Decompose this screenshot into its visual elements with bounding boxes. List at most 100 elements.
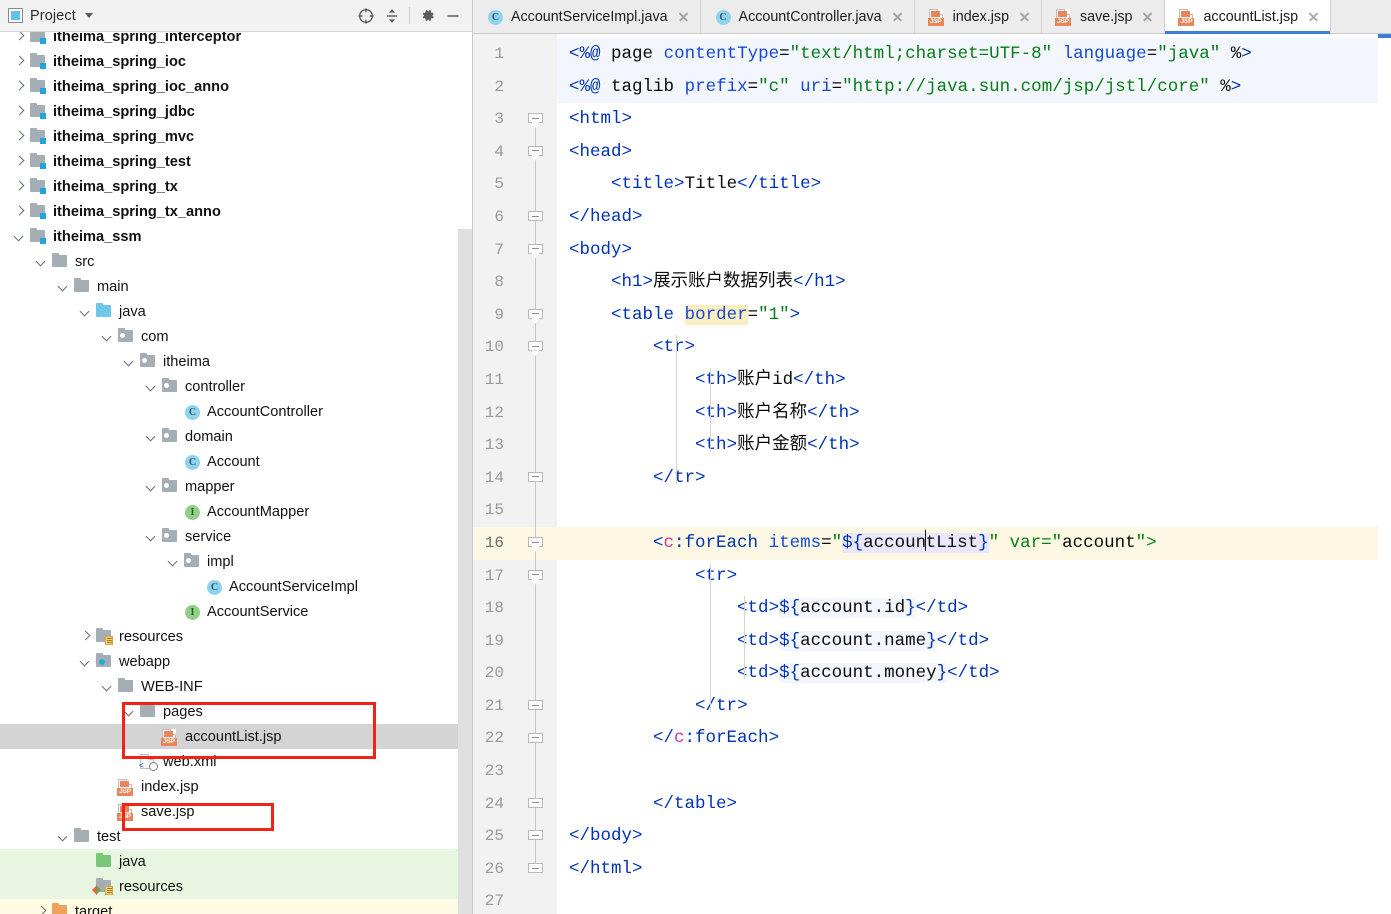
close-icon[interactable] xyxy=(890,9,905,24)
code-line-14[interactable]: </tr> xyxy=(557,462,1391,495)
chevron-down-icon[interactable] xyxy=(166,555,180,569)
tree-node-itheima-spring-ioc-anno[interactable]: itheima_spring_ioc_anno xyxy=(0,74,472,99)
chevron-down-icon[interactable] xyxy=(100,330,114,344)
code-line-8[interactable]: <h1>展示账户数据列表</h1> xyxy=(557,266,1391,299)
code-line-12[interactable]: <th>账户名称</th> xyxy=(557,397,1391,430)
tree-node-account[interactable]: C Account xyxy=(0,449,472,474)
tree-node-accountlist-jsp[interactable]: JSP accountList.jsp xyxy=(0,724,472,749)
tree-node-webapp[interactable]: webapp xyxy=(0,649,472,674)
tree-node-itheima-spring-ioc[interactable]: itheima_spring_ioc xyxy=(0,49,472,74)
chevron-right-icon[interactable] xyxy=(12,130,26,144)
tree-node-java[interactable]: java xyxy=(0,849,472,874)
tree-node-itheima[interactable]: itheima xyxy=(0,349,472,374)
locate-in-tree-icon[interactable] xyxy=(353,3,379,29)
tree-node-accountservice[interactable]: I AccountService xyxy=(0,599,472,624)
chevron-right-icon[interactable] xyxy=(12,32,26,44)
code-line-16[interactable]: <c:forEach items="${accountList}" var="a… xyxy=(557,526,1391,560)
chevron-down-icon[interactable] xyxy=(12,230,26,244)
tree-node-itheima-spring-jdbc[interactable]: itheima_spring_jdbc xyxy=(0,99,472,124)
chevron-down-icon[interactable] xyxy=(144,430,158,444)
tree-node-itheima-spring-tx-anno[interactable]: itheima_spring_tx_anno xyxy=(0,199,472,224)
code-line-23[interactable] xyxy=(557,755,1391,788)
code-line-21[interactable]: </tr> xyxy=(557,690,1391,723)
code-content[interactable]: <%@ page contentType="text/html;charset=… xyxy=(557,34,1391,914)
tree-node-controller[interactable]: controller xyxy=(0,374,472,399)
code-editor[interactable]: 1 2 3 4 5 6 7 8 9 10 11 12 13 14 15 16 17 18 19 20 21 22 23 24 2… xyxy=(473,34,1391,914)
close-icon[interactable] xyxy=(1017,9,1032,24)
tree-node-itheima-ssm[interactable]: itheima_ssm xyxy=(0,224,472,249)
code-line-15[interactable] xyxy=(557,494,1391,527)
chevron-right-icon[interactable] xyxy=(12,105,26,119)
tree-node-mapper[interactable]: mapper xyxy=(0,474,472,499)
editor-marker-rail[interactable] xyxy=(1378,34,1391,914)
tree-node-save-jsp[interactable]: JSP save.jsp xyxy=(0,799,472,824)
code-line-17[interactable]: <tr> xyxy=(557,560,1391,593)
editor-gutter[interactable]: 1 2 3 4 5 6 7 8 9 10 11 12 13 14 15 16 17 18 19 20 21 22 23 24 2… xyxy=(473,34,589,914)
code-line-1[interactable]: <%@ page contentType="text/html;charset=… xyxy=(557,38,1391,71)
editor-tab-save-jsp[interactable]: JSP save.jsp xyxy=(1042,0,1166,33)
tree-node-accountserviceimpl[interactable]: C AccountServiceImpl xyxy=(0,574,472,599)
tree-node-itheima-spring-tx[interactable]: itheima_spring_tx xyxy=(0,174,472,199)
tree-node-resources[interactable]: resources xyxy=(0,874,472,899)
tree-node-impl[interactable]: impl xyxy=(0,549,472,574)
editor-tab-accountserviceimpl-java[interactable]: C AccountServiceImpl.java xyxy=(473,0,701,33)
tree-node-service[interactable]: service xyxy=(0,524,472,549)
chevron-down-icon[interactable] xyxy=(34,255,48,269)
code-line-2[interactable]: <%@ taglib prefix="c" uri="http://java.s… xyxy=(557,70,1391,104)
close-icon[interactable] xyxy=(676,9,691,24)
tree-node-web-xml[interactable]: < web.xml xyxy=(0,749,472,774)
code-line-24[interactable]: </table> xyxy=(557,788,1391,821)
tree-node-domain[interactable]: domain xyxy=(0,424,472,449)
tree-node-target[interactable]: target xyxy=(0,899,472,914)
tree-node-resources[interactable]: resources xyxy=(0,624,472,649)
chevron-down-icon[interactable] xyxy=(78,305,92,319)
tree-node-itheima-spring-interceptor[interactable]: itheima_spring_interceptor xyxy=(0,32,472,49)
chevron-down-icon[interactable] xyxy=(56,280,70,294)
chevron-right-icon[interactable] xyxy=(12,180,26,194)
code-line-20[interactable]: <td>${account.money}</td> xyxy=(557,657,1391,690)
tree-node-test[interactable]: test xyxy=(0,824,472,849)
code-line-6[interactable]: </head> xyxy=(557,201,1391,234)
tree-node-accountmapper[interactable]: I AccountMapper xyxy=(0,499,472,524)
editor-tab-index-jsp[interactable]: JSP index.jsp xyxy=(914,0,1043,33)
code-line-22[interactable]: </c:forEach> xyxy=(557,722,1391,755)
code-line-19[interactable]: <td>${account.name}</td> xyxy=(557,625,1391,658)
chevron-down-icon[interactable] xyxy=(100,680,114,694)
chevron-right-icon[interactable] xyxy=(12,155,26,169)
chevron-down-icon[interactable] xyxy=(84,13,93,18)
tree-node-index-jsp[interactable]: JSP index.jsp xyxy=(0,774,472,799)
editor-tab-accountcontroller-java[interactable]: C AccountController.java xyxy=(700,0,915,33)
chevron-down-icon[interactable] xyxy=(122,355,136,369)
tree-node-itheima-spring-mvc[interactable]: itheima_spring_mvc xyxy=(0,124,472,149)
tree-node-web-inf[interactable]: WEB-INF xyxy=(0,674,472,699)
minimize-icon[interactable] xyxy=(440,3,466,29)
chevron-down-icon[interactable] xyxy=(56,830,70,844)
tree-node-accountcontroller[interactable]: C AccountController xyxy=(0,399,472,424)
chevron-down-icon[interactable] xyxy=(78,655,92,669)
tree-node-com[interactable]: com xyxy=(0,324,472,349)
code-line-9[interactable]: <table border="1"> xyxy=(557,299,1391,332)
tree-node-java[interactable]: java xyxy=(0,299,472,324)
gear-icon[interactable] xyxy=(414,3,440,29)
collapse-all-icon[interactable] xyxy=(379,3,405,29)
tree-node-pages[interactable]: pages xyxy=(0,699,472,724)
chevron-right-icon[interactable] xyxy=(12,205,26,219)
code-line-10[interactable]: <tr> xyxy=(557,331,1391,364)
code-line-7[interactable]: <body> xyxy=(557,234,1391,267)
chevron-down-icon[interactable] xyxy=(144,380,158,394)
code-line-18[interactable]: <td>${account.id}</td> xyxy=(557,592,1391,625)
code-line-5[interactable]: <title>Title</title> xyxy=(557,168,1391,201)
close-icon[interactable] xyxy=(1140,9,1155,24)
chevron-right-icon[interactable] xyxy=(34,905,48,914)
tree-node-src[interactable]: src xyxy=(0,249,472,274)
code-line-13[interactable]: <th>账户金额</th> xyxy=(557,429,1391,462)
editor-tab-accountlist-jsp[interactable]: JSP accountList.jsp xyxy=(1165,0,1332,34)
tree-node-main[interactable]: main xyxy=(0,274,472,299)
code-line-4[interactable]: <head> xyxy=(557,136,1391,169)
tree-node-itheima-spring-test[interactable]: itheima_spring_test xyxy=(0,149,472,174)
code-line-26[interactable]: </html> xyxy=(557,853,1391,886)
code-line-27[interactable] xyxy=(557,885,1391,914)
project-panel-title-group[interactable]: Project xyxy=(8,8,93,24)
chevron-right-icon[interactable] xyxy=(12,55,26,69)
code-line-25[interactable]: </body> xyxy=(557,820,1391,853)
